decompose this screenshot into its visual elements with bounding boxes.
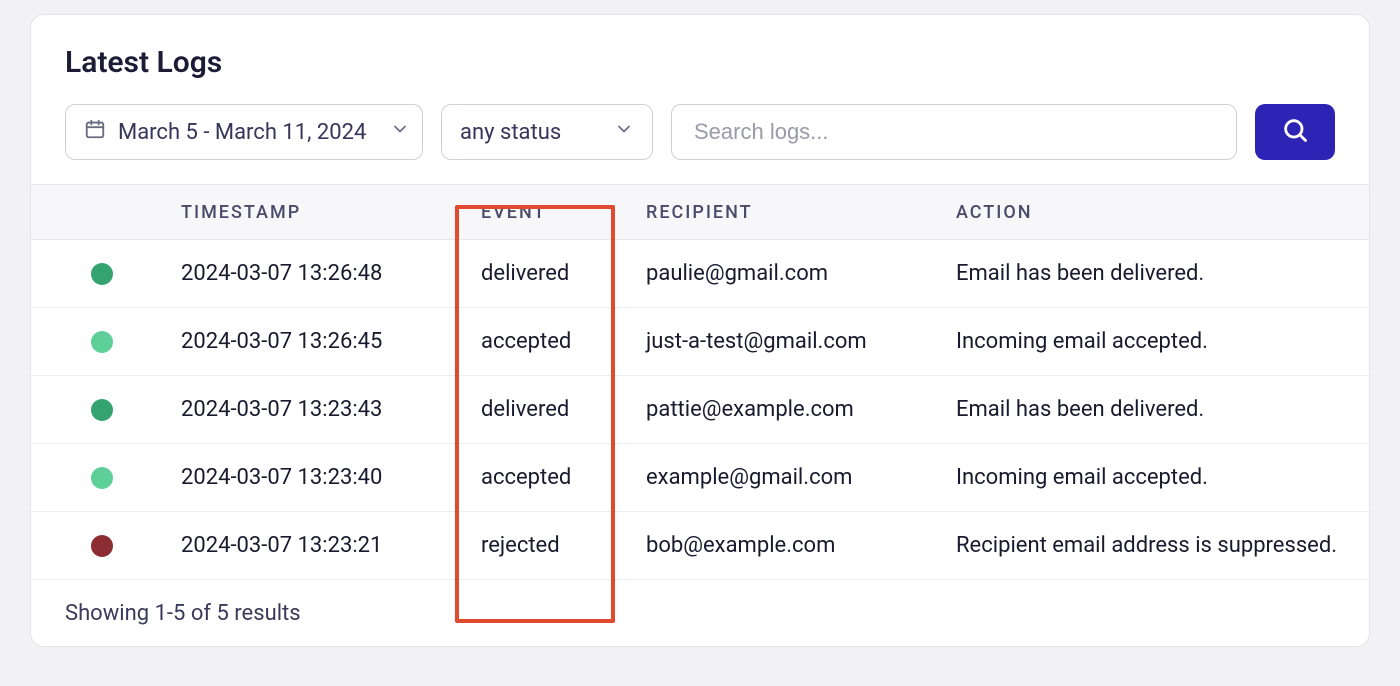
status-dot-icon [91,535,113,557]
status-select-label: any status [460,120,561,145]
cell-action: Email has been delivered. [956,261,1369,286]
status-dot-icon [91,399,113,421]
status-dot-icon [91,467,113,489]
status-cell [31,467,181,489]
status-dot-icon [91,263,113,285]
chevron-down-icon [390,119,410,145]
col-timestamp: TIMESTAMP [181,202,481,223]
cell-recipient: just-a-test@gmail.com [646,329,956,354]
cell-event: accepted [481,465,646,490]
cell-recipient: pattie@example.com [646,397,956,422]
cell-timestamp: 2024-03-07 13:23:21 [181,533,481,558]
calendar-icon [84,118,106,146]
results-summary: Showing 1-5 of 5 results [31,580,1369,646]
cell-action: Recipient email address is suppressed. [956,533,1369,558]
table-row[interactable]: 2024-03-07 13:23:43deliveredpattie@examp… [31,376,1369,444]
table-header: TIMESTAMP EVENT RECIPIENT ACTION [31,184,1369,240]
status-select[interactable]: any status [441,104,653,160]
cell-action: Incoming email accepted. [956,465,1369,490]
status-cell [31,535,181,557]
cell-action: Incoming email accepted. [956,329,1369,354]
status-cell [31,331,181,353]
cell-recipient: example@gmail.com [646,465,956,490]
status-dot-icon [91,331,113,353]
logs-table: TIMESTAMP EVENT RECIPIENT ACTION 2024-03… [31,184,1369,580]
cell-recipient: bob@example.com [646,533,956,558]
table-row[interactable]: 2024-03-07 13:23:40acceptedexample@gmail… [31,444,1369,512]
col-action: ACTION [956,202,1369,223]
status-cell [31,263,181,285]
cell-event: delivered [481,397,646,422]
cell-recipient: paulie@gmail.com [646,261,956,286]
date-range-select[interactable]: March 5 - March 11, 2024 [65,104,423,160]
search-icon [1281,116,1309,148]
cell-timestamp: 2024-03-07 13:23:40 [181,465,481,490]
date-range-label: March 5 - March 11, 2024 [118,120,366,145]
logs-card: Latest Logs March 5 - March 11, 2024 [30,14,1370,647]
search-button[interactable] [1255,104,1335,160]
card-title: Latest Logs [65,45,1335,80]
cell-event: rejected [481,533,646,558]
chevron-down-icon [614,119,634,145]
cell-timestamp: 2024-03-07 13:26:48 [181,261,481,286]
search-input[interactable] [692,118,1216,146]
search-input-wrapper [671,104,1237,160]
table-row[interactable]: 2024-03-07 13:26:45acceptedjust-a-test@g… [31,308,1369,376]
cell-timestamp: 2024-03-07 13:26:45 [181,329,481,354]
col-recipient: RECIPIENT [646,202,956,223]
cell-event: accepted [481,329,646,354]
table-body: 2024-03-07 13:26:48deliveredpaulie@gmail… [31,240,1369,580]
status-cell [31,399,181,421]
filter-controls: March 5 - March 11, 2024 any status [65,104,1335,160]
table-row[interactable]: 2024-03-07 13:23:21rejectedbob@example.c… [31,512,1369,580]
cell-action: Email has been delivered. [956,397,1369,422]
table-row[interactable]: 2024-03-07 13:26:48deliveredpaulie@gmail… [31,240,1369,308]
col-event: EVENT [481,202,646,223]
cell-timestamp: 2024-03-07 13:23:43 [181,397,481,422]
card-header: Latest Logs March 5 - March 11, 2024 [31,15,1369,184]
cell-event: delivered [481,261,646,286]
